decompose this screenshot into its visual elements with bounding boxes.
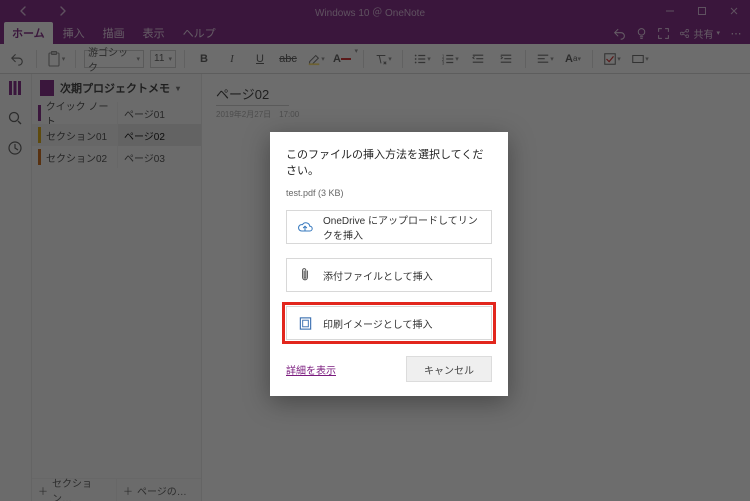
paperclip-icon: [297, 267, 313, 283]
show-details-link[interactable]: 詳細を表示: [286, 362, 336, 377]
option-label: 印刷イメージとして挿入: [323, 316, 433, 331]
printout-icon: [297, 315, 313, 331]
option-onedrive-link[interactable]: OneDrive にアップロードしてリンクを挿入: [286, 210, 492, 244]
option-label: OneDrive にアップロードしてリンクを挿入: [323, 212, 481, 242]
option-attach-file[interactable]: 添付ファイルとして挿入: [286, 258, 492, 292]
dialog-filename: test.pdf (3 KB): [286, 188, 492, 198]
cloud-upload-icon: [297, 219, 313, 235]
insert-file-dialog: このファイルの挿入方法を選択してください。 test.pdf (3 KB) On…: [270, 132, 508, 396]
option-label: 添付ファイルとして挿入: [323, 268, 433, 283]
cancel-button[interactable]: キャンセル: [406, 356, 492, 382]
dialog-title: このファイルの挿入方法を選択してください。: [286, 146, 492, 178]
option-insert-printout[interactable]: 印刷イメージとして挿入: [286, 306, 492, 340]
